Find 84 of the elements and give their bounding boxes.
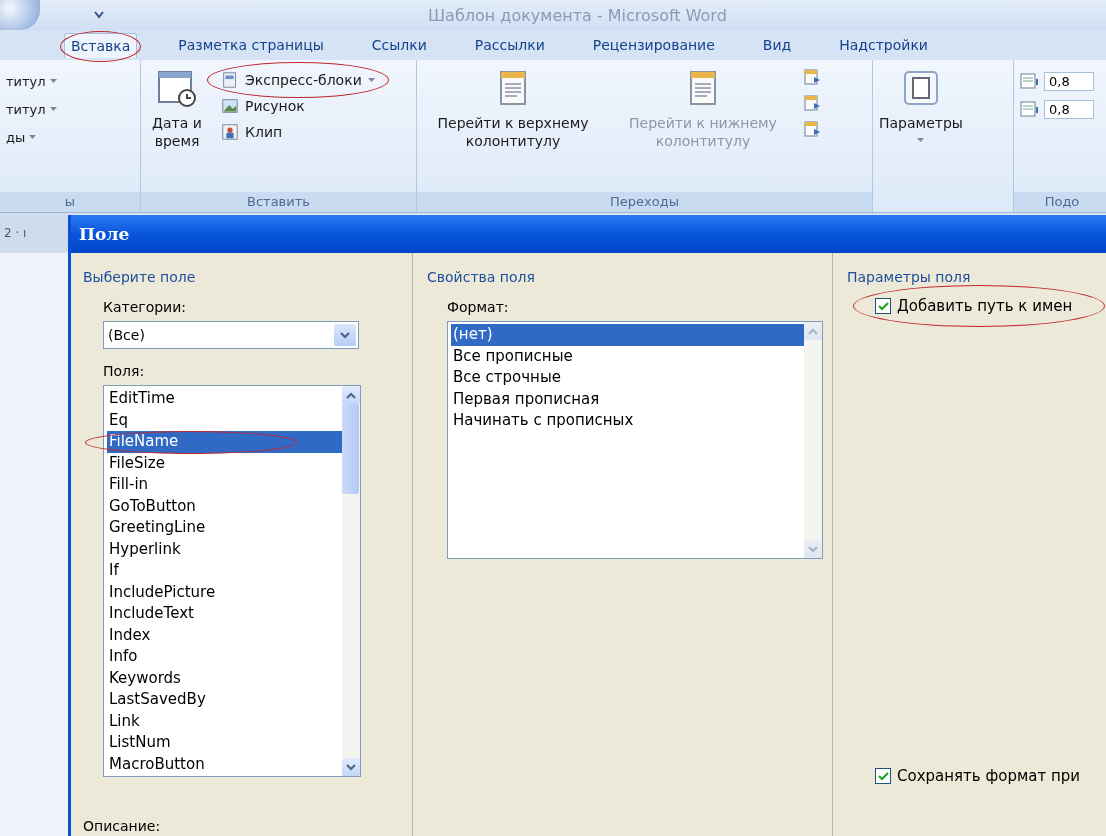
list-item[interactable]: If bbox=[107, 560, 342, 582]
spacing-icon bbox=[1020, 100, 1040, 118]
list-item[interactable]: Keywords bbox=[107, 667, 342, 689]
calendar-icon bbox=[157, 68, 197, 108]
section-heading: Выберите поле bbox=[83, 269, 197, 285]
document-icon bbox=[221, 71, 239, 89]
header-nav-icon[interactable] bbox=[803, 68, 821, 86]
checkbox-label: Добавить путь к имен bbox=[897, 297, 1073, 315]
ribbon-large-button[interactable]: Параметры bbox=[879, 68, 963, 142]
dropdown-caret-icon bbox=[49, 79, 57, 83]
dialog-title: Поле bbox=[79, 224, 130, 244]
checkbox-label: Сохранять формат при bbox=[897, 767, 1081, 785]
dropdown-caret-icon bbox=[29, 135, 37, 139]
group-label: Подо bbox=[1014, 192, 1106, 212]
list-item[interactable]: LastSavedBy bbox=[107, 689, 342, 711]
ribbon-tab[interactable]: Рецензирование bbox=[585, 32, 722, 58]
categories-dropdown[interactable]: (Все) bbox=[103, 321, 359, 349]
checkbox-box[interactable] bbox=[875, 298, 891, 314]
list-item[interactable]: Начинать с прописных bbox=[451, 410, 804, 432]
field-label: Поля: bbox=[103, 363, 146, 379]
quick-access-caret-icon[interactable] bbox=[94, 11, 104, 19]
check-icon bbox=[877, 771, 889, 781]
scrollbar[interactable] bbox=[804, 322, 822, 558]
group-label: Переходы bbox=[417, 192, 872, 212]
ribbon-tab[interactable]: Надстройки bbox=[832, 32, 935, 58]
list-item[interactable]: (нет) bbox=[451, 324, 804, 346]
ribbon-large-button[interactable]: Дата и время bbox=[147, 68, 207, 150]
fields-list[interactable]: EditTime Eq FileName FileSize Fill-in GoToButton GreetingLine Hyperlink If IncludePicture IncludeText Index Info Keywords LastSavedBy Link ListNum MacroButton bbox=[103, 385, 361, 777]
field-label: Категории: bbox=[103, 299, 187, 315]
group-label: ы bbox=[0, 192, 140, 212]
list-item[interactable]: MacroButton bbox=[107, 753, 342, 775]
list-item[interactable]: IncludePicture bbox=[107, 581, 342, 603]
check-icon bbox=[877, 301, 889, 311]
list-item[interactable]: IncludeText bbox=[107, 603, 342, 625]
list-item[interactable]: Все прописные bbox=[451, 345, 804, 367]
checkbox[interactable]: Добавить путь к имен bbox=[875, 297, 1092, 315]
scrollbar[interactable] bbox=[342, 386, 360, 776]
ribbon-menu-button[interactable]: ды bbox=[6, 124, 57, 150]
field-label: Формат: bbox=[447, 299, 510, 315]
group-label: Вставить bbox=[141, 192, 416, 212]
picture-icon bbox=[221, 97, 239, 115]
checkbox-box[interactable] bbox=[875, 768, 891, 784]
checkbox[interactable]: Сохранять формат при bbox=[875, 767, 1092, 785]
list-item[interactable]: Fill-in bbox=[107, 474, 342, 496]
ribbon-tab[interactable]: Ссылки bbox=[364, 32, 434, 58]
ribbon-tab[interactable]: Вид bbox=[755, 32, 799, 58]
list-item[interactable]: Info bbox=[107, 646, 342, 668]
section-heading: Свойства поля bbox=[427, 269, 536, 285]
list-item[interactable]: Index bbox=[107, 624, 342, 646]
field-label: Описание: bbox=[83, 818, 162, 834]
ruler: 2 · ı bbox=[0, 213, 68, 253]
list-item[interactable]: Hyperlink bbox=[107, 538, 342, 560]
ribbon-button[interactable]: Рисунок bbox=[217, 94, 379, 118]
ribbon-menu-button[interactable]: титул bbox=[6, 68, 57, 94]
dropdown-caret-icon bbox=[917, 138, 925, 142]
scrollbar-thumb[interactable] bbox=[342, 404, 359, 494]
ribbon-button[interactable]: Экспресс-блоки bbox=[217, 68, 379, 92]
list-item[interactable]: GreetingLine bbox=[107, 517, 342, 539]
list-item[interactable]: Первая прописная bbox=[451, 388, 804, 410]
list-item[interactable]: GoToButton bbox=[107, 495, 342, 517]
ribbon-large-button[interactable]: Перейти к верхнему колонтитулу bbox=[423, 68, 603, 150]
spacing-icon bbox=[1020, 72, 1040, 90]
window-title: Шаблон документа - Microsoft Word bbox=[428, 6, 727, 25]
margin-field[interactable]: 0,8 bbox=[1044, 99, 1094, 119]
list-item[interactable]: ListNum bbox=[107, 732, 342, 754]
dropdown-caret-icon bbox=[367, 78, 375, 82]
list-item[interactable]: Eq bbox=[107, 409, 342, 431]
section-heading: Параметры поля bbox=[847, 269, 972, 285]
list-item[interactable]: FileName bbox=[107, 431, 342, 453]
list-item[interactable]: FileSize bbox=[107, 452, 342, 474]
list-item[interactable]: Все строчные bbox=[451, 367, 804, 389]
dropdown-caret-icon bbox=[49, 107, 57, 111]
ribbon-menu-button[interactable]: титул bbox=[6, 96, 57, 122]
ribbon-tab[interactable]: Рассылки bbox=[467, 32, 552, 58]
link-icon[interactable] bbox=[803, 120, 821, 138]
ribbon-tab[interactable]: Разметка страницы bbox=[171, 32, 331, 58]
ribbon-button[interactable]: Клип bbox=[217, 120, 379, 144]
margin-field[interactable]: 0,8 bbox=[1044, 71, 1094, 91]
format-list[interactable]: (нет) Все прописные Все строчные Первая прописная Начинать с прописных bbox=[447, 321, 823, 559]
list-item[interactable]: EditTime bbox=[107, 388, 342, 410]
ribbon-tab[interactable]: Вставка bbox=[64, 32, 138, 58]
list-item[interactable]: Link bbox=[107, 710, 342, 732]
clip-art-icon bbox=[221, 123, 239, 141]
footer-nav-icon[interactable] bbox=[803, 94, 821, 112]
